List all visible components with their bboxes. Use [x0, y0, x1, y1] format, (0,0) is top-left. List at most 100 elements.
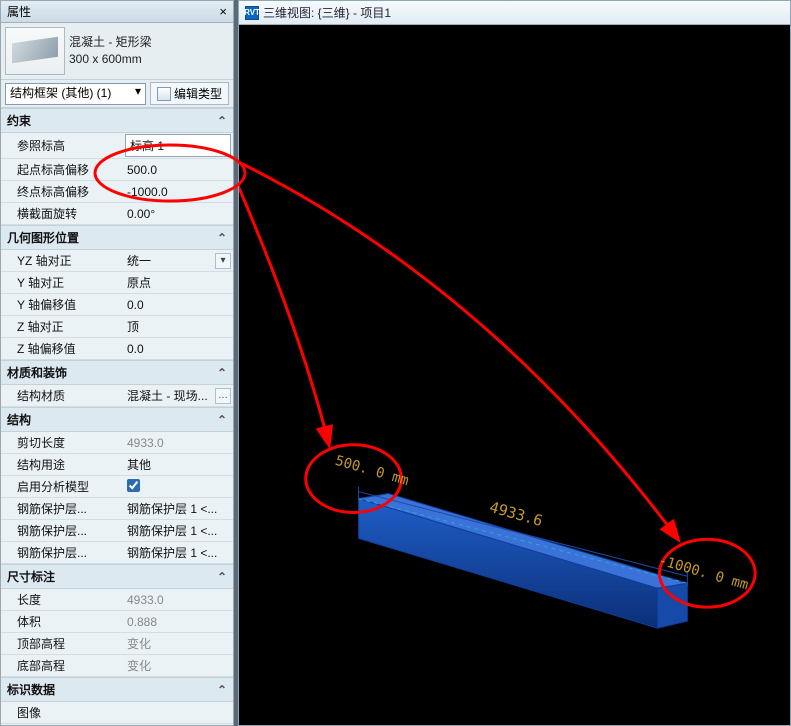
- view-title: 三维视图: {三维} - 项目1: [263, 4, 391, 21]
- prop-value: 4933.0: [123, 591, 233, 609]
- prop-label: 终点标高偏移: [11, 181, 123, 202]
- chevron-up-icon: ⌃: [217, 683, 227, 697]
- prop-z-offset[interactable]: Z 轴偏移值 0.0: [1, 338, 233, 360]
- prop-label: YZ 轴对正: [11, 250, 123, 271]
- group-header-label: 标识数据: [7, 681, 55, 698]
- prop-comment[interactable]: 注释: [1, 724, 233, 725]
- prop-rebar-cover-a[interactable]: 钢筋保护层... 钢筋保护层 1 <...: [1, 498, 233, 520]
- prop-label: Z 轴对正: [11, 316, 123, 337]
- type-text: 混凝土 - 矩形梁 300 x 600mm: [69, 34, 152, 68]
- group-header-label: 约束: [7, 112, 31, 129]
- prop-value[interactable]: 原点: [123, 272, 233, 293]
- prop-z-justify[interactable]: Z 轴对正 顶: [1, 316, 233, 338]
- prop-label: 长度: [11, 589, 123, 610]
- prop-label: 体积: [11, 611, 123, 632]
- prop-usage[interactable]: 结构用途 其他: [1, 454, 233, 476]
- prop-value: 4933.0: [123, 434, 233, 452]
- prop-rebar-cover-c[interactable]: 钢筋保护层... 钢筋保护层 1 <...: [1, 542, 233, 564]
- prop-struct-material[interactable]: 结构材质 混凝土 - 现场... …: [1, 385, 233, 407]
- type-thumbnail: [5, 27, 65, 75]
- prop-top-elev: 顶部高程 变化: [1, 633, 233, 655]
- ellipsis-icon[interactable]: …: [215, 388, 231, 404]
- prop-label: 启用分析模型: [11, 476, 123, 497]
- prop-label: 钢筋保护层...: [11, 520, 123, 541]
- properties-scroll[interactable]: 约束 ⌃ 参照标高 标高 1 起点标高偏移 500.0 终点标高偏移 -1000…: [1, 108, 233, 725]
- properties-panel: 属性 × 混凝土 - 矩形梁 300 x 600mm 结构框架 (其他) (1)…: [0, 0, 234, 726]
- dim-start-offset: 500. 0 mm: [333, 453, 410, 489]
- chevron-up-icon: ⌃: [217, 231, 227, 245]
- edit-type-label: 编辑类型: [174, 85, 222, 102]
- prop-value[interactable]: 0.0: [123, 296, 233, 314]
- prop-value[interactable]: 其他: [123, 454, 233, 475]
- prop-label: Z 轴偏移值: [11, 338, 123, 359]
- group-header-constraint[interactable]: 约束 ⌃: [1, 108, 233, 133]
- prop-value[interactable]: 钢筋保护层 1 <...: [123, 498, 233, 519]
- prop-value[interactable]: [123, 711, 233, 715]
- prop-value: 变化: [123, 655, 233, 676]
- type-selector-row[interactable]: 混凝土 - 矩形梁 300 x 600mm: [1, 23, 233, 79]
- prop-value[interactable]: 0.00°: [123, 205, 233, 223]
- view-tab[interactable]: RVT 三维视图: {三维} - 项目1: [239, 1, 790, 25]
- chevron-up-icon: ⌃: [217, 366, 227, 380]
- prop-label: Y 轴偏移值: [11, 294, 123, 315]
- chevron-up-icon: ⌃: [217, 570, 227, 584]
- group-header-structure[interactable]: 结构 ⌃: [1, 407, 233, 432]
- enable-analysis-checkbox[interactable]: [127, 479, 140, 492]
- prop-label: 参照标高: [11, 135, 123, 156]
- prop-label: Y 轴对正: [11, 272, 123, 293]
- prop-label: 注释: [11, 724, 123, 725]
- prop-value[interactable]: 0.0: [123, 340, 233, 358]
- prop-value[interactable]: 混凝土 - 现场...: [123, 385, 213, 406]
- prop-rotation[interactable]: 横截面旋转 0.00°: [1, 203, 233, 225]
- group-header-label: 几何图形位置: [7, 229, 79, 246]
- prop-label: 结构材质: [11, 385, 123, 406]
- prop-value[interactable]: 钢筋保护层 1 <...: [123, 542, 233, 563]
- group-header-ident[interactable]: 标识数据 ⌃: [1, 677, 233, 702]
- edit-type-button[interactable]: 编辑类型: [150, 82, 229, 105]
- prop-y-justify[interactable]: Y 轴对正 原点: [1, 272, 233, 294]
- prop-value[interactable]: 钢筋保护层 1 <...: [123, 520, 233, 541]
- group-header-material[interactable]: 材质和装饰 ⌃: [1, 360, 233, 385]
- prop-bottom-elev: 底部高程 变化: [1, 655, 233, 677]
- prop-enable-analysis[interactable]: 启用分析模型: [1, 476, 233, 498]
- close-icon[interactable]: ×: [219, 4, 227, 19]
- dim-length: 4933.6: [488, 498, 545, 530]
- group-header-label: 尺寸标注: [7, 568, 55, 585]
- prop-value[interactable]: 顶: [123, 316, 233, 337]
- chevron-down-icon: ▾: [135, 84, 141, 98]
- prop-cut-length: 剪切长度 4933.0: [1, 432, 233, 454]
- prop-label: 剪切长度: [11, 432, 123, 453]
- instance-selector-row: 结构框架 (其他) (1) ▾ 编辑类型: [1, 79, 233, 108]
- properties-titlebar: 属性 ×: [1, 1, 233, 23]
- prop-rebar-cover-b[interactable]: 钢筋保护层... 钢筋保护层 1 <...: [1, 520, 233, 542]
- prop-value[interactable]: -1000.0: [123, 183, 233, 201]
- prop-y-offset[interactable]: Y 轴偏移值 0.0: [1, 294, 233, 316]
- group-header-label: 结构: [7, 411, 31, 428]
- dropdown-icon[interactable]: ▾: [215, 253, 231, 269]
- properties-title: 属性: [7, 3, 31, 20]
- prop-value[interactable]: 500.0: [123, 161, 233, 179]
- prop-label: 底部高程: [11, 655, 123, 676]
- prop-value[interactable]: [123, 477, 233, 497]
- prop-image[interactable]: 图像: [1, 702, 233, 724]
- prop-yz-justify[interactable]: YZ 轴对正 统一 ▾: [1, 250, 233, 272]
- group-header-dim[interactable]: 尺寸标注 ⌃: [1, 564, 233, 589]
- instance-selector[interactable]: 结构框架 (其他) (1) ▾: [5, 83, 146, 105]
- group-header-geom-pos[interactable]: 几何图形位置 ⌃: [1, 225, 233, 250]
- chevron-up-icon: ⌃: [217, 413, 227, 427]
- prop-label: 钢筋保护层...: [11, 542, 123, 563]
- edit-type-icon: [157, 87, 171, 101]
- prop-end-offset[interactable]: 终点标高偏移 -1000.0: [1, 181, 233, 203]
- prop-length: 长度 4933.0: [1, 589, 233, 611]
- viewport-frame: RVT 三维视图: {三维} - 项目1: [238, 0, 791, 726]
- annotation-overlay: [239, 25, 790, 725]
- prop-value[interactable]: 统一: [123, 250, 213, 271]
- chevron-up-icon: ⌃: [217, 114, 227, 128]
- prop-value[interactable]: 标高 1: [125, 134, 231, 157]
- prop-ref-level[interactable]: 参照标高 标高 1: [1, 133, 233, 159]
- prop-label: 结构用途: [11, 454, 123, 475]
- type-name: 混凝土 - 矩形梁: [69, 34, 152, 51]
- prop-label: 横截面旋转: [11, 203, 123, 224]
- prop-start-offset[interactable]: 起点标高偏移 500.0: [1, 159, 233, 181]
- viewport-3d[interactable]: 500. 0 mm 4933.6 -1000. 0 mm: [239, 25, 790, 725]
